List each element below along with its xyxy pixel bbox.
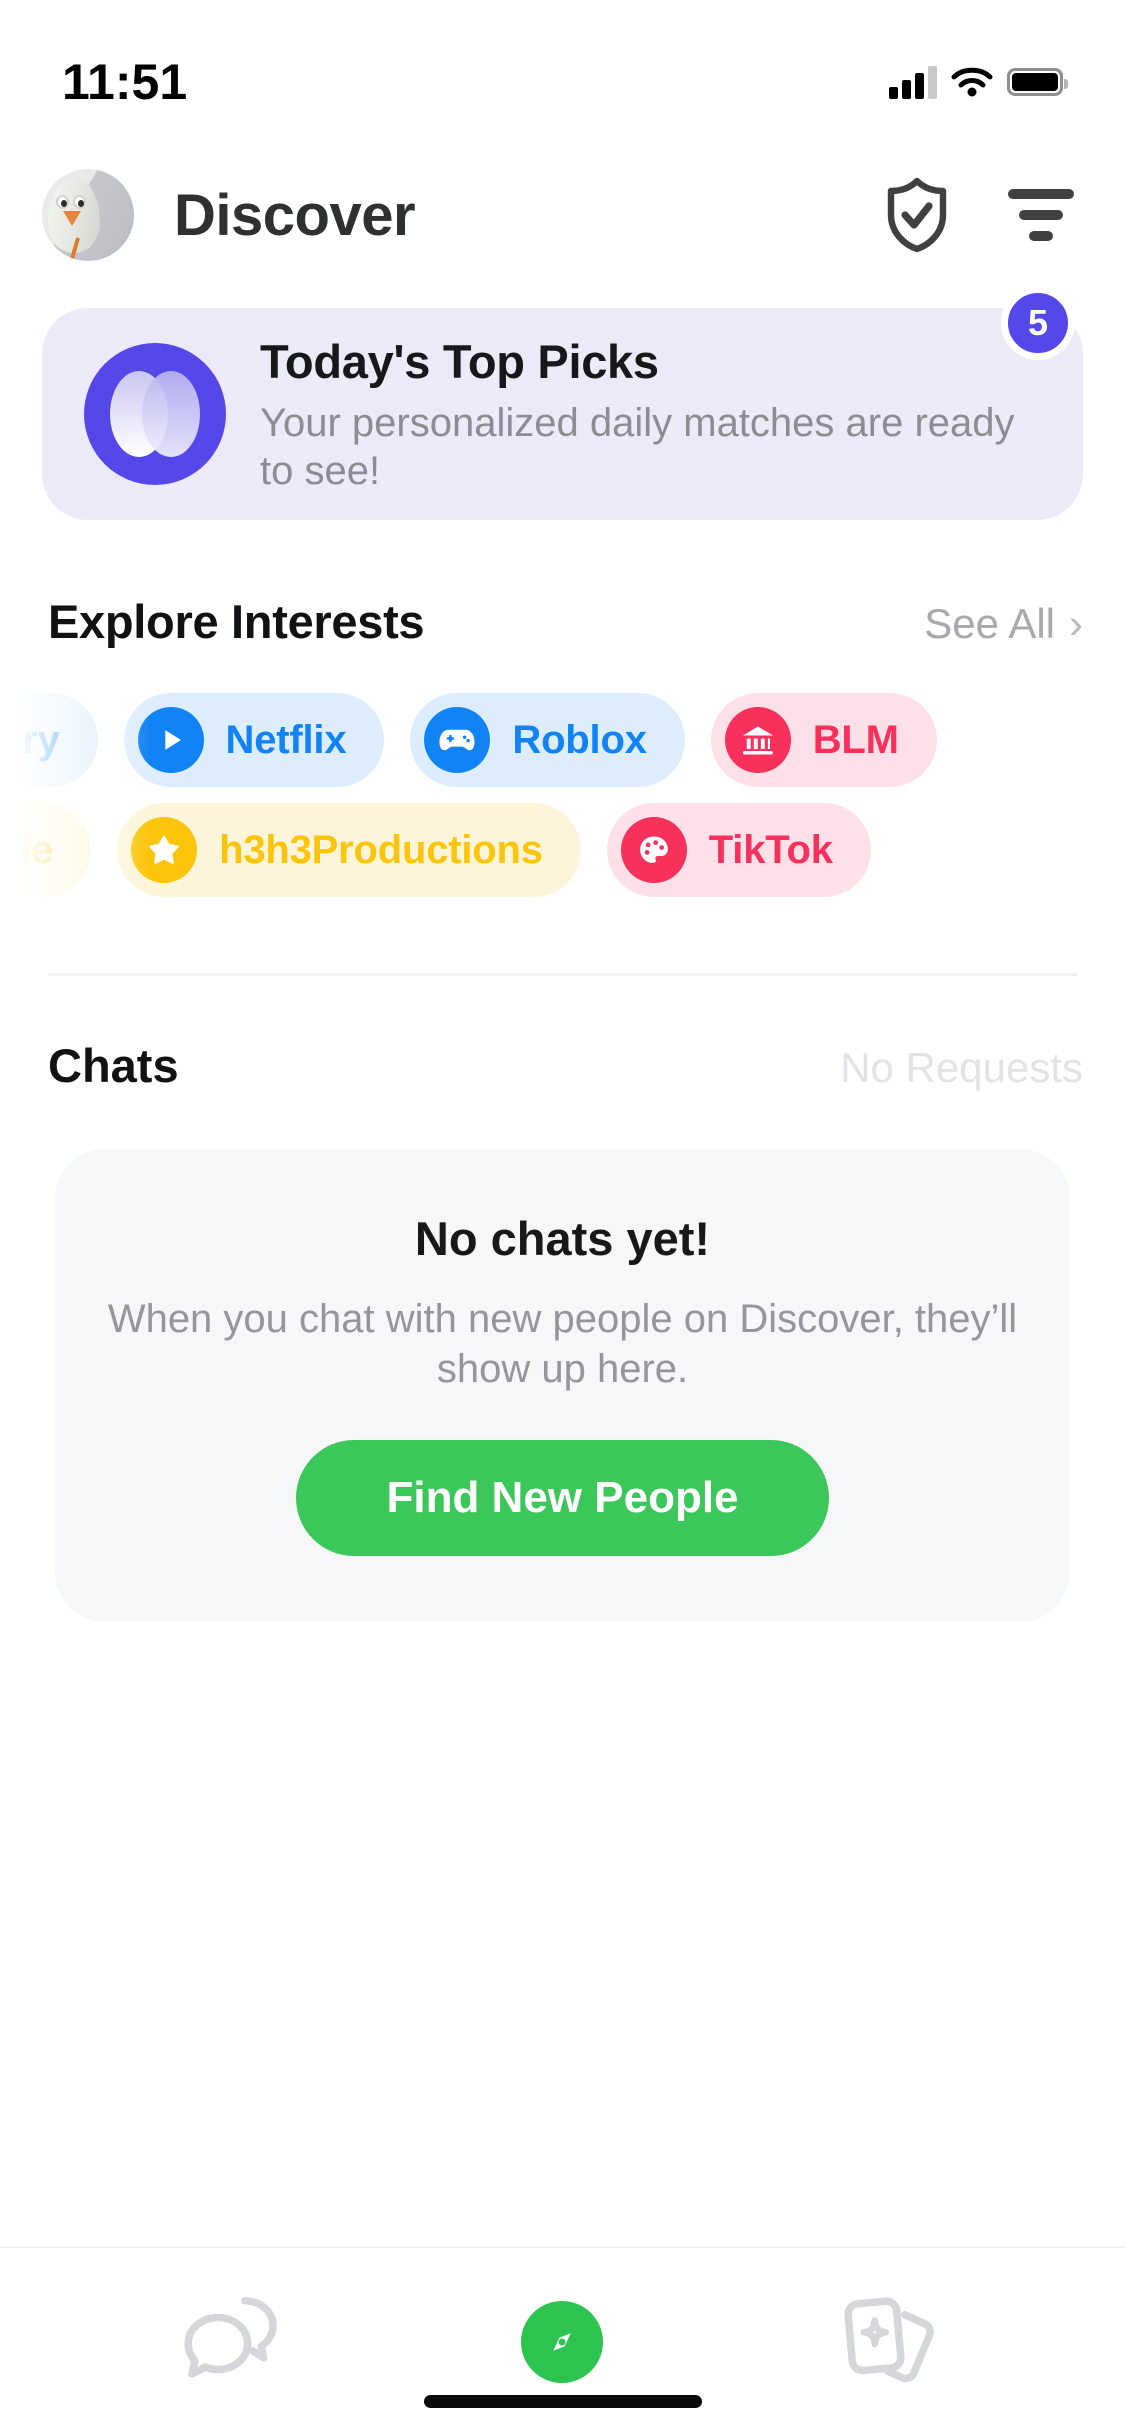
cards-tab[interactable] (816, 2282, 966, 2402)
interest-chip[interactable]: Netflix (123, 693, 385, 787)
status-bar-time: 11:51 (62, 54, 188, 110)
interest-chip-label: Roblox (512, 717, 647, 762)
top-picks-banner-wrap: Today's Top Picks Your personalized dail… (0, 280, 1125, 520)
header-actions (881, 177, 1077, 253)
app-header: Discover (0, 150, 1125, 280)
interest-row[interactable]: DiePie h3h3Productions (0, 803, 1125, 897)
interest-chip-label: DiePie (0, 827, 54, 872)
avatar-beak (63, 211, 81, 226)
star-icon (131, 817, 198, 883)
interest-row[interactable]: r Story Netflix (0, 693, 1125, 787)
find-new-people-button[interactable]: Find New People (296, 1440, 829, 1556)
interest-chip[interactable]: Roblox (410, 693, 685, 787)
explore-interests-title: Explore Interests (48, 595, 425, 648)
empty-state-subtitle: When you chat with new people on Discove… (107, 1297, 1018, 1391)
interest-chip[interactable]: r Story (0, 693, 98, 787)
chats-tab[interactable] (159, 2282, 309, 2402)
interest-chip-label: BLM (812, 717, 899, 762)
gamepad-icon (424, 707, 491, 773)
avatar-eye-left (56, 195, 69, 209)
app-screen: 11:51 Discover Today's Top Picks Your pe… (0, 0, 1125, 2436)
palette-icon (620, 817, 687, 883)
chat-bubbles-icon (184, 2297, 277, 2378)
no-requests-label[interactable]: No Requests (840, 1044, 1083, 1092)
top-picks-badge: 5 (1001, 286, 1075, 360)
interest-chip[interactable]: BLM (710, 693, 937, 787)
top-picks-banner[interactable]: Today's Top Picks Your personalized dail… (42, 286, 1083, 520)
avatar[interactable] (42, 169, 134, 261)
home-indicator (423, 2395, 702, 2408)
interest-chip[interactable]: TikTok (606, 803, 871, 897)
interest-chip-label: Netflix (225, 717, 347, 762)
compass-icon (521, 2301, 604, 2383)
interest-carousels: r Story Netflix (0, 649, 1125, 913)
filter-icon[interactable] (1005, 179, 1077, 251)
see-all-button[interactable]: See All › (924, 600, 1083, 648)
top-picks-title: Today's Top Picks (260, 334, 659, 388)
overlapping-circles-icon (84, 343, 226, 485)
interest-chip[interactable]: DiePie (0, 803, 92, 897)
battery-icon (1007, 68, 1068, 96)
cards-sparkle-icon (844, 2297, 934, 2383)
status-bar-indicators (889, 51, 1068, 99)
page-title: Discover (174, 182, 416, 248)
chats-title: Chats (48, 1039, 179, 1092)
shield-check-icon[interactable] (881, 177, 953, 253)
chats-header: Chats No Requests (0, 976, 1125, 1093)
chevron-right-icon: › (1069, 600, 1083, 647)
top-picks-text: Today's Top Picks Your personalized dail… (260, 334, 1039, 495)
top-picks-subtitle: Your personalized daily matches are read… (260, 400, 1015, 493)
discover-tab[interactable] (487, 2282, 637, 2402)
see-all-label: See All (924, 600, 1055, 647)
play-icon (137, 707, 204, 773)
interest-chip-label: TikTok (708, 827, 833, 872)
status-bar: 11:51 (0, 0, 1125, 150)
wifi-icon (951, 67, 993, 97)
interest-chip-label: r Story (0, 717, 60, 762)
avatar-eye-right (73, 195, 86, 209)
chats-empty-state: No chats yet! When you chat with new peo… (55, 1149, 1070, 1622)
cellular-signal-icon (889, 65, 937, 99)
empty-state-title: No chats yet! (414, 1212, 711, 1265)
bank-icon (724, 707, 791, 773)
interest-chip-label: h3h3Productions (219, 827, 543, 872)
explore-interests-header: Explore Interests See All › (0, 520, 1125, 649)
interest-chip[interactable]: h3h3Productions (117, 803, 581, 897)
